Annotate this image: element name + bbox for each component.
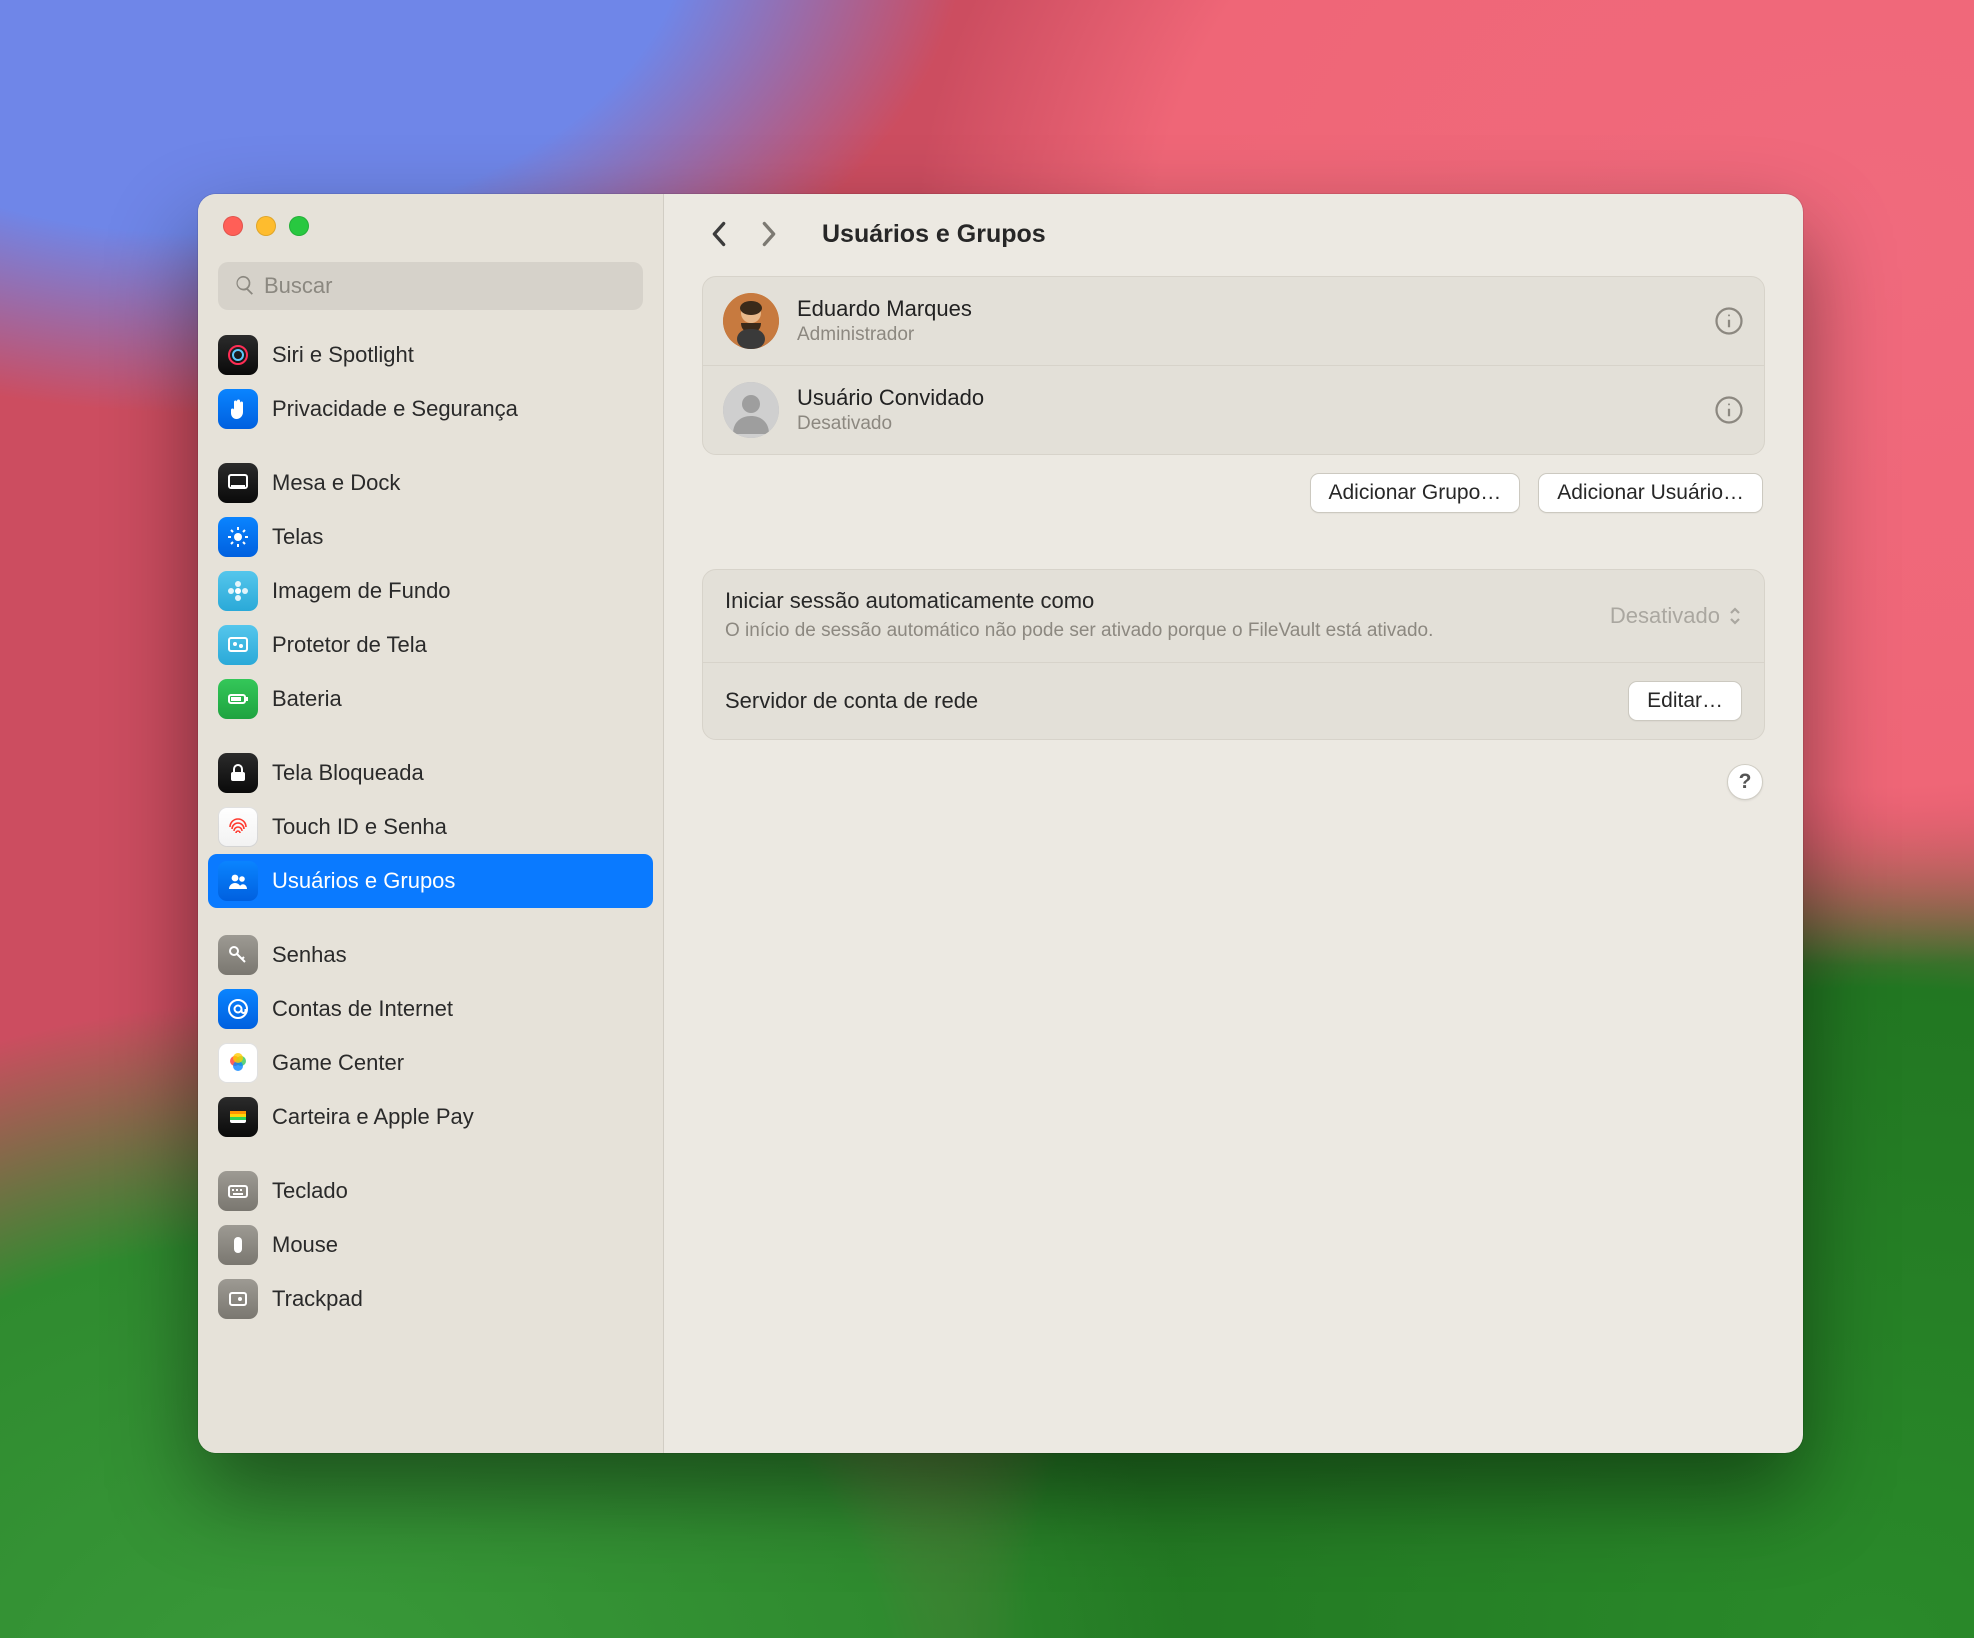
sidebar-item-label: Privacidade e Segurança xyxy=(272,396,518,422)
edit-network-account-button[interactable]: Editar… xyxy=(1628,681,1742,721)
login-settings-panel: Iniciar sessão automaticamente como O in… xyxy=(702,569,1765,740)
user-role: Administrador xyxy=(797,324,1696,346)
keyboard-icon xyxy=(218,1171,258,1211)
sun-icon xyxy=(218,517,258,557)
add-group-button[interactable]: Adicionar Grupo… xyxy=(1310,473,1521,513)
autologin-note: O início de sessão automático não pode s… xyxy=(725,618,1485,644)
users-icon xyxy=(218,861,258,901)
sidebar-item[interactable]: Senhas xyxy=(208,928,653,982)
sidebar-item[interactable]: Touch ID e Senha xyxy=(208,800,653,854)
sidebar-item[interactable]: Trackpad xyxy=(208,1272,653,1326)
siri-icon xyxy=(218,335,258,375)
fingerprint-icon xyxy=(218,807,258,847)
sidebar-item-label: Bateria xyxy=(272,686,342,712)
user-row[interactable]: Eduardo Marques Administrador xyxy=(703,277,1764,365)
sidebar-item-label: Game Center xyxy=(272,1050,404,1076)
gamecenter-icon xyxy=(218,1043,258,1083)
sidebar-item-label: Usuários e Grupos xyxy=(272,868,455,894)
sidebar-item[interactable]: Bateria xyxy=(208,672,653,726)
sidebar-item[interactable]: Carteira e Apple Pay xyxy=(208,1090,653,1144)
sidebar-item[interactable]: Mesa e Dock xyxy=(208,456,653,510)
autologin-label: Iniciar sessão automaticamente como xyxy=(725,588,1590,614)
key-icon xyxy=(218,935,258,975)
sidebar-item-label: Contas de Internet xyxy=(272,996,453,1022)
sidebar-item[interactable]: Siri e Spotlight xyxy=(208,328,653,382)
sidebar-item[interactable]: Usuários e Grupos xyxy=(208,854,653,908)
sidebar-item-label: Imagem de Fundo xyxy=(272,578,451,604)
sidebar-item-label: Trackpad xyxy=(272,1286,363,1312)
window-traffic-lights xyxy=(198,194,663,236)
sidebar-item-label: Carteira e Apple Pay xyxy=(272,1104,474,1130)
hand-icon xyxy=(218,389,258,429)
sidebar-item[interactable]: Mouse xyxy=(208,1218,653,1272)
sidebar-item[interactable]: Telas xyxy=(208,510,653,564)
back-button[interactable] xyxy=(704,219,734,249)
avatar xyxy=(723,293,779,349)
avatar xyxy=(723,382,779,438)
search-icon xyxy=(234,274,256,296)
add-user-button[interactable]: Adicionar Usuário… xyxy=(1538,473,1763,513)
window-minimize-button[interactable] xyxy=(256,216,276,236)
autologin-row: Iniciar sessão automaticamente como O in… xyxy=(703,570,1764,662)
content-area: Usuários e Grupos Eduardo Marques Admini… xyxy=(664,194,1803,1453)
network-account-row: Servidor de conta de rede Editar… xyxy=(703,662,1764,739)
at-icon xyxy=(218,989,258,1029)
battery-icon xyxy=(218,679,258,719)
sidebar-item-label: Protetor de Tela xyxy=(272,632,427,658)
forward-button[interactable] xyxy=(754,219,784,249)
wallet-icon xyxy=(218,1097,258,1137)
user-row[interactable]: Usuário Convidado Desativado xyxy=(703,365,1764,454)
sidebar-item-label: Mouse xyxy=(272,1232,338,1258)
sidebar-item-label: Touch ID e Senha xyxy=(272,814,447,840)
sidebar-item[interactable]: Privacidade e Segurança xyxy=(208,382,653,436)
user-actions: Adicionar Grupo… Adicionar Usuário… xyxy=(702,473,1763,513)
sidebar-item[interactable]: Game Center xyxy=(208,1036,653,1090)
dock-icon xyxy=(218,463,258,503)
updown-chevron-icon xyxy=(1728,606,1742,626)
sidebar-item-label: Senhas xyxy=(272,942,347,968)
system-settings-window: Siri e Spotlight Privacidade e Segurança M… xyxy=(198,194,1803,1453)
autologin-select[interactable]: Desativado xyxy=(1610,603,1742,629)
sidebar-item[interactable]: Imagem de Fundo xyxy=(208,564,653,618)
sidebar-item[interactable]: Contas de Internet xyxy=(208,982,653,1036)
user-role: Desativado xyxy=(797,413,1696,435)
mouse-icon xyxy=(218,1225,258,1265)
sidebar-nav: Siri e Spotlight Privacidade e Segurança M… xyxy=(198,322,663,1346)
info-button[interactable] xyxy=(1714,395,1744,425)
screensaver-icon xyxy=(218,625,258,665)
sidebar: Siri e Spotlight Privacidade e Segurança M… xyxy=(198,194,664,1453)
users-panel: Eduardo Marques Administrador Usuário Co… xyxy=(702,276,1765,455)
trackpad-icon xyxy=(218,1279,258,1319)
sidebar-item[interactable]: Teclado xyxy=(208,1164,653,1218)
sidebar-item[interactable]: Tela Bloqueada xyxy=(208,746,653,800)
network-account-label: Servidor de conta de rede xyxy=(725,688,1608,714)
window-zoom-button[interactable] xyxy=(289,216,309,236)
toolbar: Usuários e Grupos xyxy=(702,212,1765,256)
window-close-button[interactable] xyxy=(223,216,243,236)
sidebar-item-label: Teclado xyxy=(272,1178,348,1204)
search-input[interactable] xyxy=(218,262,643,310)
lock-icon xyxy=(218,753,258,793)
user-name: Usuário Convidado xyxy=(797,385,1696,411)
flower-icon xyxy=(218,571,258,611)
sidebar-item-label: Tela Bloqueada xyxy=(272,760,424,786)
user-name: Eduardo Marques xyxy=(797,296,1696,322)
sidebar-item-label: Siri e Spotlight xyxy=(272,342,414,368)
help-button[interactable]: ? xyxy=(1727,764,1763,800)
info-button[interactable] xyxy=(1714,306,1744,336)
page-title: Usuários e Grupos xyxy=(822,220,1046,249)
sidebar-item-label: Mesa e Dock xyxy=(272,470,400,496)
sidebar-item-label: Telas xyxy=(272,524,323,550)
sidebar-item[interactable]: Protetor de Tela xyxy=(208,618,653,672)
